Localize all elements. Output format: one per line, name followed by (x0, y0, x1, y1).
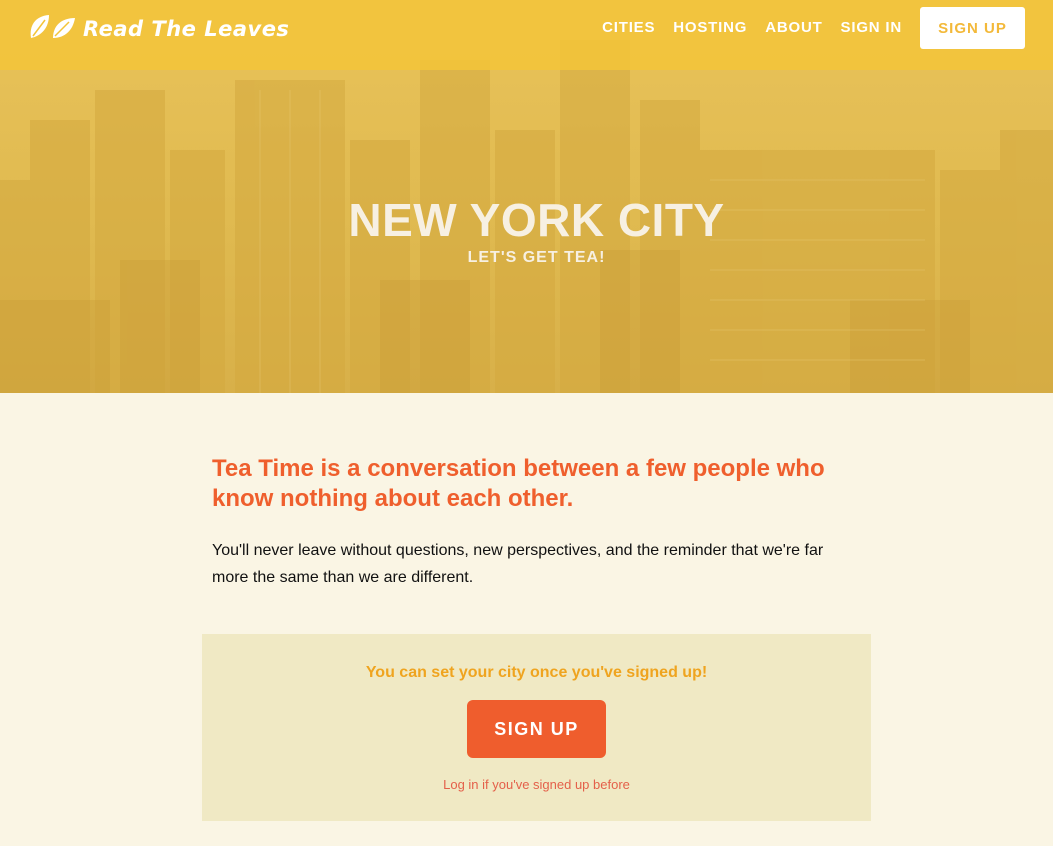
city-title: NEW YORK CITY (348, 194, 725, 246)
intro-body: You'll never leave without questions, ne… (212, 542, 824, 586)
nav-link-hosting[interactable]: HOSTING (673, 18, 747, 38)
hero-banner: Read The Leaves CITIES HOSTING ABOUT SIG… (0, 0, 1053, 393)
navbar: Read The Leaves CITIES HOSTING ABOUT SIG… (0, 0, 1053, 70)
signup-button[interactable]: SIGN UP (467, 700, 606, 758)
signup-callout: You can set your city once you've signed… (202, 634, 871, 821)
hero-subtitle: LET'S GET TEA! (467, 249, 606, 266)
leaves-logo-icon (27, 12, 77, 47)
logo[interactable]: Read The Leaves (27, 14, 289, 44)
login-link[interactable]: Log in if you've signed up before (202, 777, 871, 792)
nav-links: CITIES HOSTING ABOUT SIGN IN (584, 18, 902, 38)
nav-link-cities[interactable]: CITIES (602, 18, 655, 38)
city-signup-note: You can set your city once you've signed… (365, 664, 708, 681)
intro-headline: Tea Time is a conversation between a few… (212, 455, 825, 512)
logo-text: Read The Leaves (83, 17, 290, 41)
nav-signup-button[interactable]: SIGN UP (920, 7, 1025, 49)
nav-link-sign-in[interactable]: SIGN IN (841, 18, 902, 38)
nav-link-about[interactable]: ABOUT (765, 18, 822, 38)
intro-section: Tea Time is a conversation between a few… (212, 454, 852, 591)
